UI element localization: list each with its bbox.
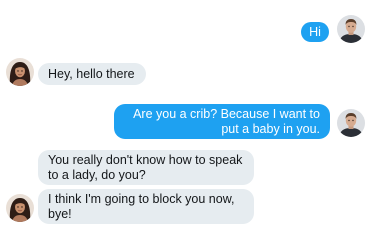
woman-avatar-icon[interactable] (6, 58, 34, 86)
man-avatar-icon[interactable] (337, 15, 365, 43)
woman-avatar-icon[interactable] (6, 194, 34, 222)
message-bubble-outgoing[interactable]: Are you a crib? Because I want to put a … (114, 104, 330, 139)
message-bubble-incoming[interactable]: I think I'm going to block you now, bye! (38, 189, 254, 224)
message-bubble-incoming[interactable]: Hey, hello there (38, 63, 146, 85)
message-bubble-incoming[interactable]: You really don't know how to speak to a … (38, 150, 254, 185)
man-avatar-icon[interactable] (337, 109, 365, 137)
message-bubble-outgoing[interactable]: Hi (301, 22, 329, 42)
